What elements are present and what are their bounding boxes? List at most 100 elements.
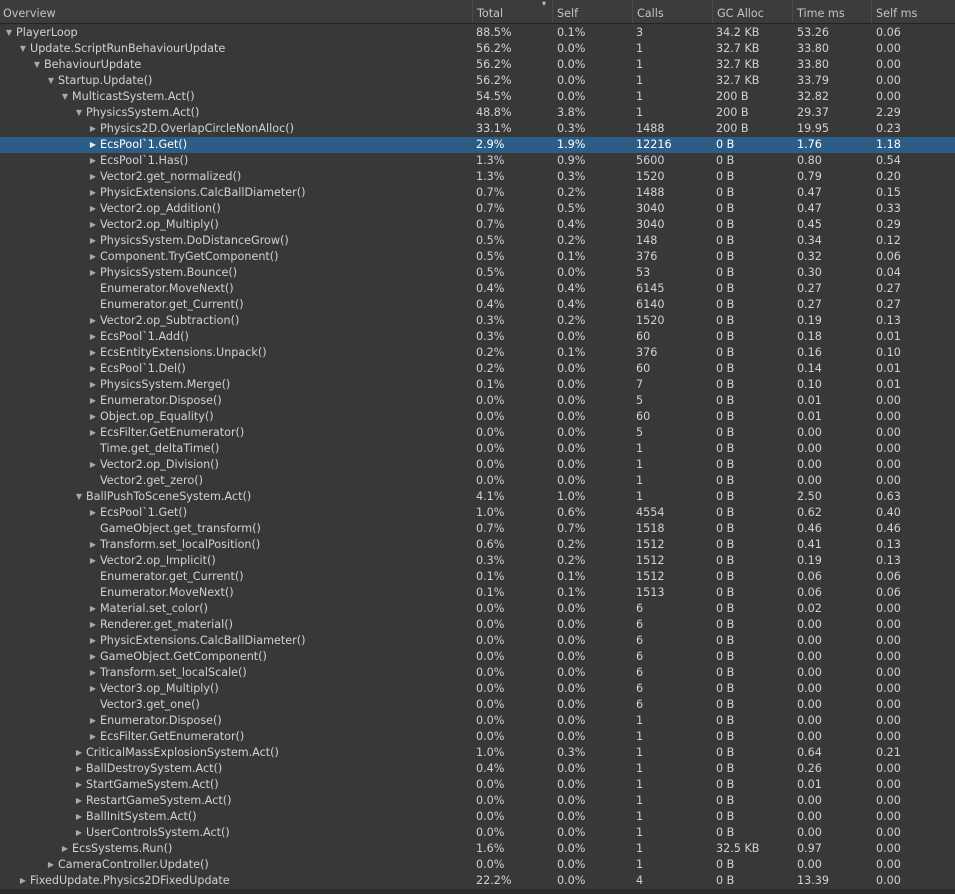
expand-closed-triangle-icon[interactable]: ▶ (86, 729, 100, 745)
expand-open-triangle-icon[interactable]: ▼ (16, 41, 30, 57)
expand-closed-triangle-icon[interactable]: ▶ (86, 537, 100, 553)
expand-closed-triangle-icon[interactable]: ▶ (86, 137, 100, 153)
expand-closed-triangle-icon[interactable]: ▶ (72, 777, 86, 793)
profiler-row[interactable]: ▶ StartGameSystem.Act() 0.0% 0.0% 1 0 B 0.01 0.… (0, 777, 955, 793)
profiler-row[interactable]: ▶ Vector2.op_Implicit() 0.3% 0.2% 1512 0 B 0.1… (0, 553, 955, 569)
expand-closed-triangle-icon[interactable]: ▶ (86, 217, 100, 233)
profiler-row[interactable]: ▼ Update.ScriptRunBehaviourUpdate 56.2% 0.0… (0, 41, 955, 57)
profiler-row[interactable]: ▶ Vector2.op_Subtraction() 0.3% 0.2% 1520 0 B… (0, 313, 955, 329)
profiler-row[interactable]: ▶ PhysicsSystem.DoDistanceGrow() 0.5% 0.2% 1… (0, 233, 955, 249)
column-header-self[interactable]: Self (552, 0, 632, 23)
profiler-row[interactable]: ▶ Vector2.op_Addition() 0.7% 0.5% 3040 0 B 0.4… (0, 201, 955, 217)
expand-closed-triangle-icon[interactable]: ▶ (86, 233, 100, 249)
profiler-row[interactable]: Enumerator.get_Current() 0.4% 0.4% 6140 0 B 0… (0, 297, 955, 313)
profiler-row[interactable]: ▶ EcsFilter.GetEnumerator() 0.0% 0.0% 5 0 B 0.… (0, 425, 955, 441)
profiler-row[interactable]: ▶ EcsPool`1.Get() 2.9% 1.9% 12216 0 B 1.76 1.18 (0, 137, 955, 153)
profiler-row[interactable]: ▶ PhysicExtensions.CalcBallDiameter() 0.7%… (0, 185, 955, 201)
profiler-row[interactable]: ▶ BallDestroySystem.Act() 0.4% 0.0% 1 0 B 0.26… (0, 761, 955, 777)
expand-closed-triangle-icon[interactable]: ▶ (86, 393, 100, 409)
expand-closed-triangle-icon[interactable]: ▶ (86, 169, 100, 185)
profiler-row[interactable]: ▶ Transform.set_localPosition() 0.6% 0.2% 15… (0, 537, 955, 553)
profiler-row[interactable]: Time.get_deltaTime() 0.0% 0.0% 1 0 B 0.00 0.00 (0, 441, 955, 457)
expand-closed-triangle-icon[interactable]: ▶ (86, 345, 100, 361)
expand-closed-triangle-icon[interactable]: ▶ (86, 601, 100, 617)
expand-closed-triangle-icon[interactable]: ▶ (86, 185, 100, 201)
profiler-row[interactable]: ▶ Vector3.op_Multiply() 0.0% 0.0% 6 0 B 0.00 0.… (0, 681, 955, 697)
profiler-row[interactable]: ▶ EcsPool`1.Has() 1.3% 0.9% 5600 0 B 0.80 0.54 (0, 153, 955, 169)
profiler-row[interactable]: ▶ EcsPool`1.Add() 0.3% 0.0% 60 0 B 0.18 0.01 (0, 329, 955, 345)
column-header-time-ms[interactable]: Time ms (792, 0, 871, 23)
profiler-row[interactable]: Vector3.get_one() 0.0% 0.0% 6 0 B 0.00 0.00 (0, 697, 955, 713)
profiler-row[interactable]: ▶ Vector2.op_Division() 0.0% 0.0% 1 0 B 0.00 0.… (0, 457, 955, 473)
expand-closed-triangle-icon[interactable]: ▶ (58, 841, 72, 857)
expand-closed-triangle-icon[interactable]: ▶ (72, 825, 86, 841)
profiler-row[interactable]: ▶ Physics2D.OverlapCircleNonAlloc() 33.1% 0… (0, 121, 955, 137)
expand-closed-triangle-icon[interactable]: ▶ (86, 249, 100, 265)
profiler-row[interactable]: Enumerator.MoveNext() 0.4% 0.4% 6145 0 B 0.27… (0, 281, 955, 297)
expand-closed-triangle-icon[interactable]: ▶ (72, 793, 86, 809)
expand-closed-triangle-icon[interactable]: ▶ (86, 201, 100, 217)
profiler-row[interactable]: ▼ BallPushToSceneSystem.Act() 4.1% 1.0% 1 0 B… (0, 489, 955, 505)
profiler-row[interactable]: ▶ PhysicExtensions.CalcBallDiameter() 0.0%… (0, 633, 955, 649)
expand-closed-triangle-icon[interactable]: ▶ (86, 681, 100, 697)
expand-closed-triangle-icon[interactable]: ▶ (16, 873, 30, 889)
profiler-row[interactable]: ▶ CriticalMassExplosionSystem.Act() 1.0% 0.… (0, 745, 955, 761)
profiler-row[interactable]: ▶ UserControlsSystem.Act() 0.0% 0.0% 1 0 B 0.0… (0, 825, 955, 841)
expand-closed-triangle-icon[interactable]: ▶ (86, 329, 100, 345)
profiler-row[interactable]: ▶ FixedUpdate.Physics2DFixedUpdate 22.2% 0.… (0, 873, 955, 889)
profiler-row[interactable]: ▶ Enumerator.Dispose() 0.0% 0.0% 5 0 B 0.01 0.0… (0, 393, 955, 409)
column-header-calls[interactable]: Calls (632, 0, 712, 23)
expand-closed-triangle-icon[interactable]: ▶ (72, 761, 86, 777)
profiler-row[interactable]: ▶ BallInitSystem.Act() 0.0% 0.0% 1 0 B 0.00 0.0… (0, 809, 955, 825)
expand-closed-triangle-icon[interactable]: ▶ (86, 505, 100, 521)
profiler-row[interactable]: ▶ Renderer.get_material() 0.0% 0.0% 6 0 B 0.00… (0, 617, 955, 633)
profiler-row[interactable]: ▶ Vector2.op_Multiply() 0.7% 0.4% 3040 0 B 0.4… (0, 217, 955, 233)
profiler-row[interactable]: ▶ Object.op_Equality() 0.0% 0.0% 60 0 B 0.01 0.… (0, 409, 955, 425)
expand-closed-triangle-icon[interactable]: ▶ (86, 457, 100, 473)
expand-closed-triangle-icon[interactable]: ▶ (72, 809, 86, 825)
expand-closed-triangle-icon[interactable]: ▶ (86, 313, 100, 329)
profiler-row[interactable]: ▼ BehaviourUpdate 56.2% 0.0% 1 32.7 KB 33.80 0.… (0, 57, 955, 73)
profiler-row[interactable]: ▶ GameObject.GetComponent() 0.0% 0.0% 6 0 B 0.… (0, 649, 955, 665)
expand-closed-triangle-icon[interactable]: ▶ (86, 649, 100, 665)
profiler-row[interactable]: Enumerator.MoveNext() 0.1% 0.1% 1513 0 B 0.06… (0, 585, 955, 601)
column-header-total[interactable]: Total ▾ (472, 0, 552, 23)
profiler-row[interactable]: ▶ EcsSystems.Run() 1.6% 0.0% 1 32.5 KB 0.97 0.0… (0, 841, 955, 857)
profiler-row[interactable]: ▶ Material.set_color() 0.0% 0.0% 6 0 B 0.02 0.0… (0, 601, 955, 617)
profiler-row[interactable]: ▶ EcsEntityExtensions.Unpack() 0.2% 0.1% 376… (0, 345, 955, 361)
expand-open-triangle-icon[interactable]: ▼ (72, 105, 86, 121)
expand-closed-triangle-icon[interactable]: ▶ (86, 265, 100, 281)
expand-closed-triangle-icon[interactable]: ▶ (86, 121, 100, 137)
profiler-row[interactable]: ▼ PlayerLoop 88.5% 0.1% 3 34.2 KB 53.26 0.06 (0, 25, 955, 41)
profiler-row[interactable]: ▶ Enumerator.Dispose() 0.0% 0.0% 1 0 B 0.00 0.0… (0, 713, 955, 729)
profiler-row[interactable]: ▼ MulticastSystem.Act() 54.5% 0.0% 1 200 B 32.… (0, 89, 955, 105)
profiler-row[interactable]: GameObject.get_transform() 0.7% 0.7% 1518 0 … (0, 521, 955, 537)
column-header-gc-alloc[interactable]: GC Alloc (712, 0, 792, 23)
profiler-row[interactable]: ▶ PhysicsSystem.Bounce() 0.5% 0.0% 53 0 B 0.30… (0, 265, 955, 281)
profiler-row[interactable]: Enumerator.get_Current() 0.1% 0.1% 1512 0 B 0… (0, 569, 955, 585)
profiler-row[interactable]: Vector2.get_zero() 0.0% 0.0% 1 0 B 0.00 0.00 (0, 473, 955, 489)
profiler-row[interactable]: ▶ Vector2.get_normalized() 1.3% 0.3% 1520 0 B… (0, 169, 955, 185)
expand-closed-triangle-icon[interactable]: ▶ (86, 377, 100, 393)
profiler-row[interactable]: ▶ EcsPool`1.Del() 0.2% 0.0% 60 0 B 0.14 0.01 (0, 361, 955, 377)
expand-closed-triangle-icon[interactable]: ▶ (86, 633, 100, 649)
profiler-row[interactable]: ▶ PhysicsSystem.Merge() 0.1% 0.0% 7 0 B 0.10 0.… (0, 377, 955, 393)
expand-closed-triangle-icon[interactable]: ▶ (86, 553, 100, 569)
profiler-row[interactable]: ▶ EcsFilter.GetEnumerator() 0.0% 0.0% 1 0 B 0.… (0, 729, 955, 745)
expand-closed-triangle-icon[interactable]: ▶ (86, 665, 100, 681)
expand-closed-triangle-icon[interactable]: ▶ (72, 745, 86, 761)
profiler-row[interactable]: ▶ CameraController.Update() 0.0% 0.0% 1 0 B 0.… (0, 857, 955, 873)
profiler-row[interactable]: ▶ Transform.set_localScale() 0.0% 0.0% 6 0 B0… (0, 665, 955, 681)
expand-closed-triangle-icon[interactable]: ▶ (86, 153, 100, 169)
profiler-row[interactable]: ▶ EcsPool`1.Get() 1.0% 0.6% 4554 0 B 0.62 0.40 (0, 505, 955, 521)
expand-open-triangle-icon[interactable]: ▼ (44, 73, 58, 89)
profiler-row[interactable]: ▼ PhysicsSystem.Act() 48.8% 3.8% 1 200 B 29.37… (0, 105, 955, 121)
profiler-row[interactable]: ▼ Startup.Update() 56.2% 0.0% 1 32.7 KB 33.79 0… (0, 73, 955, 89)
expand-closed-triangle-icon[interactable]: ▶ (86, 409, 100, 425)
expand-open-triangle-icon[interactable]: ▼ (2, 25, 16, 41)
expand-closed-triangle-icon[interactable]: ▶ (86, 361, 100, 377)
profiler-row[interactable]: ▶ Component.TryGetComponent() 0.5% 0.1% 376 0… (0, 249, 955, 265)
expand-open-triangle-icon[interactable]: ▼ (72, 489, 86, 505)
expand-closed-triangle-icon[interactable]: ▶ (44, 857, 58, 873)
column-header-self-ms[interactable]: Self ms (871, 0, 955, 23)
